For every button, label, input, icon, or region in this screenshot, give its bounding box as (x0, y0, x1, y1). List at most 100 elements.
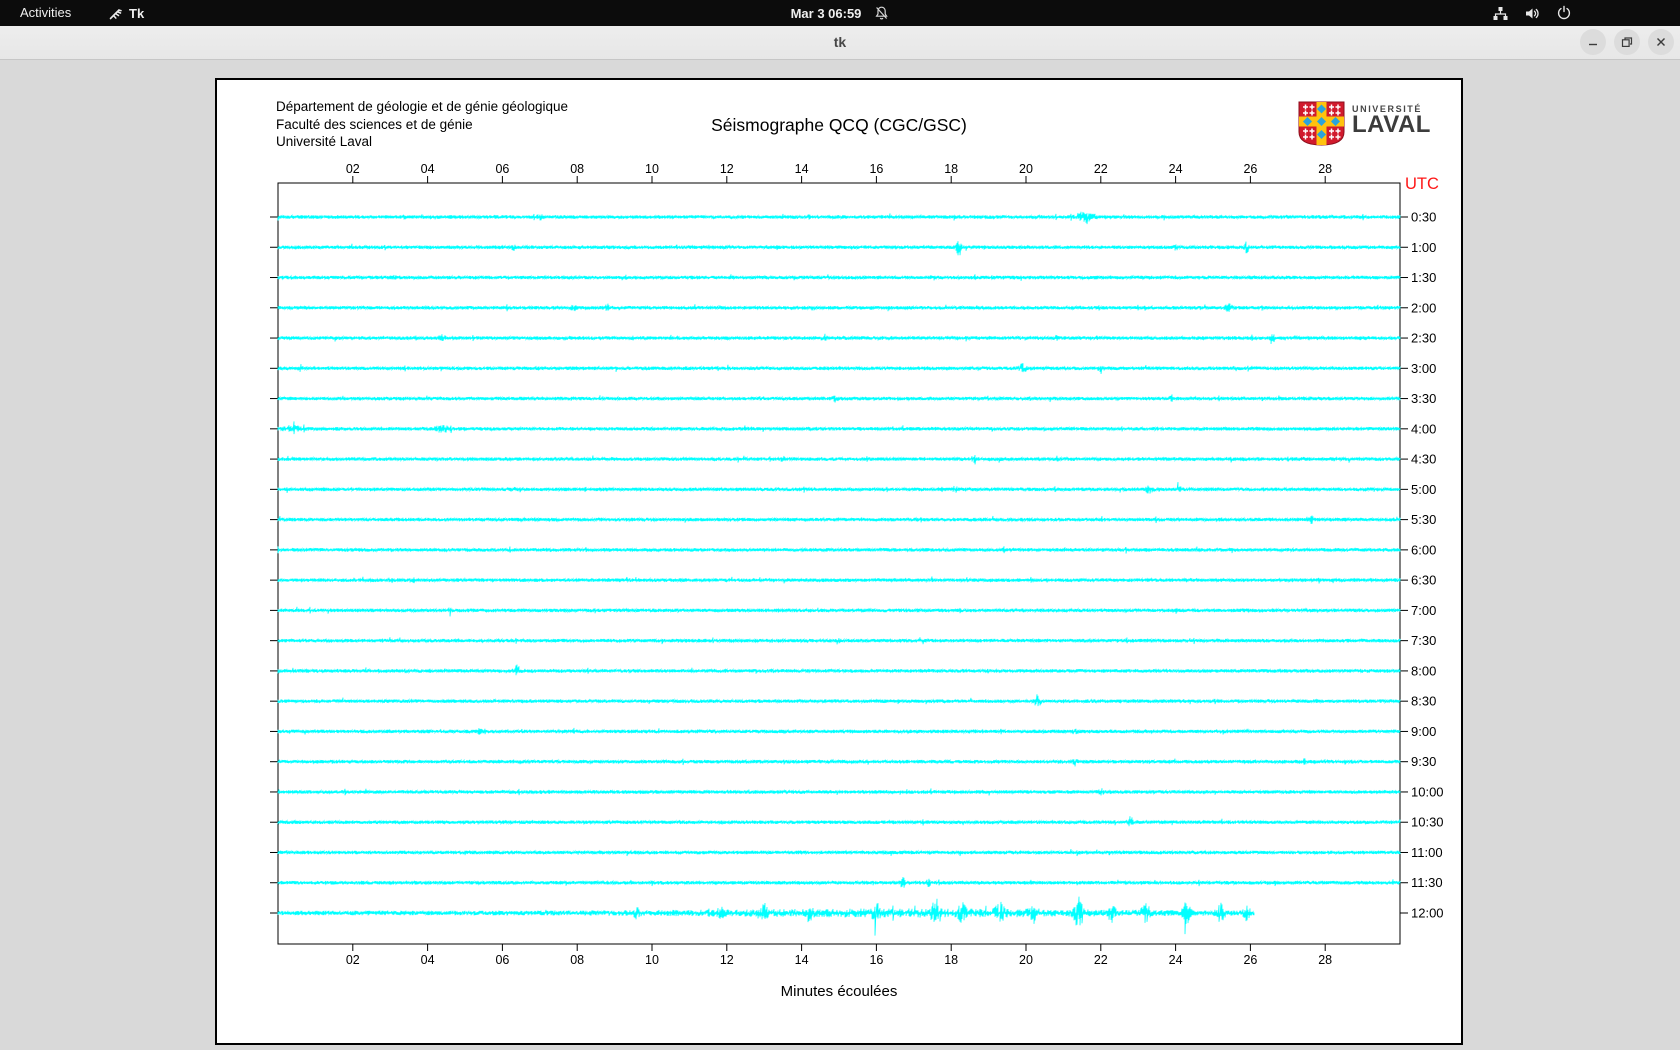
utc-row-label: 12:00 (1411, 906, 1444, 921)
seismogram-trace (277, 816, 1401, 827)
seismogram-trace (277, 694, 1401, 707)
seismogram-trace (277, 637, 1401, 645)
utc-row-label: 9:30 (1411, 754, 1436, 769)
network-wired-icon (1492, 5, 1509, 22)
seismogram-trace (277, 727, 1401, 735)
focused-app-name: Tk (129, 5, 145, 21)
clock-menu[interactable]: Mar 3 06:59 (791, 0, 890, 26)
minimize-icon (1589, 43, 1597, 46)
utc-row-label: 1:00 (1411, 240, 1436, 255)
utc-row-label: 3:00 (1411, 361, 1436, 376)
utc-row-label: 10:00 (1411, 784, 1444, 799)
utc-row-label: 7:00 (1411, 603, 1436, 618)
x-tick-label-bottom: 24 (1169, 953, 1183, 967)
utc-row-label: 4:30 (1411, 452, 1436, 467)
x-tick-label-top: 28 (1318, 162, 1332, 176)
seismogram-trace (277, 333, 1401, 344)
close-button[interactable] (1648, 29, 1674, 55)
minimize-button[interactable] (1580, 29, 1606, 55)
utc-row-label: 6:00 (1411, 542, 1436, 557)
x-tick-label-bottom: 14 (795, 953, 809, 967)
seismogram-trace (277, 877, 1401, 888)
x-tick-label-bottom: 04 (421, 953, 435, 967)
seismogram-trace (277, 576, 1401, 584)
utc-row-label: 11:30 (1411, 875, 1443, 890)
x-tick-label-bottom: 20 (1019, 953, 1033, 967)
seismogram-trace (277, 421, 1401, 435)
system-status-area[interactable] (1492, 0, 1572, 26)
x-tick-label-top: 16 (869, 162, 883, 176)
seismogram-trace (277, 241, 1401, 256)
utc-row-label: 8:30 (1411, 694, 1436, 709)
window-titlebar[interactable]: tk (0, 26, 1680, 60)
seismogram-trace (277, 482, 1401, 494)
x-tick-label-bottom: 18 (944, 953, 958, 967)
volume-icon (1524, 5, 1541, 22)
x-tick-label-top: 04 (421, 162, 435, 176)
helicorder-plot: 02 02 04 04 06 06 08 08 10 10 12 12 14 14 16 16 18 18 20 20… (270, 162, 1444, 967)
seismogram-trace (277, 546, 1401, 554)
x-tick-label-bottom: 28 (1318, 953, 1332, 967)
seismogram-trace (277, 303, 1401, 312)
seismogram-trace (277, 664, 1401, 676)
x-tick-label-top: 24 (1169, 162, 1183, 176)
plot-frame (277, 182, 1401, 945)
tk-app-icon (108, 6, 123, 21)
utc-row-label: 2:30 (1411, 331, 1436, 346)
clock-label: Mar 3 06:59 (790, 5, 862, 21)
utc-row-label: 5:00 (1411, 482, 1436, 497)
x-tick-label-bottom: 16 (869, 953, 883, 967)
utc-row-label: 0:30 (1411, 210, 1436, 225)
seismogram-trace (277, 515, 1401, 524)
restore-icon (1621, 37, 1633, 47)
utc-row-label: 2:00 (1411, 300, 1436, 315)
x-axis-label: Minutes écoulées (780, 983, 898, 1000)
seismogram-trace (277, 758, 1401, 767)
activities-button[interactable]: Activities (12, 0, 79, 26)
utc-row-label: 7:30 (1411, 633, 1436, 648)
x-tick-label-top: 02 (346, 162, 360, 176)
x-tick-label-bottom: 08 (570, 953, 584, 967)
x-tick-label-bottom: 02 (346, 953, 360, 967)
utc-row-label: 4:00 (1411, 421, 1436, 436)
seismogram-trace (277, 211, 1401, 225)
gnome-top-bar: Activities Tk Mar 3 06:59 (0, 0, 1680, 26)
focused-app-menu[interactable]: Tk (108, 0, 144, 26)
x-tick-label-top: 22 (1094, 162, 1108, 176)
x-tick-label-bottom: 06 (495, 953, 509, 967)
x-tick-label-bottom: 12 (720, 953, 734, 967)
window-title: tk (833, 34, 847, 50)
seismogram-trace (277, 849, 1401, 857)
x-tick-label-top: 12 (720, 162, 734, 176)
x-tick-label-top: 06 (495, 162, 509, 176)
x-tick-label-bottom: 26 (1243, 953, 1257, 967)
close-icon (1657, 38, 1665, 46)
x-tick-label-top: 26 (1243, 162, 1257, 176)
utc-row-label: 5:30 (1411, 512, 1436, 527)
seismogram-trace (277, 274, 1401, 281)
x-tick-label-bottom: 10 (645, 953, 659, 967)
seismogram-trace (277, 896, 1255, 936)
seismograph-canvas: Département de géologie et de génie géol… (215, 78, 1463, 1045)
utc-row-label: 8:00 (1411, 663, 1436, 678)
x-tick-label-top: 14 (795, 162, 809, 176)
maximize-button[interactable] (1614, 29, 1640, 55)
x-tick-label-top: 10 (645, 162, 659, 176)
utc-row-label: 1:30 (1411, 270, 1436, 285)
x-tick-label-bottom: 22 (1094, 953, 1108, 967)
x-tick-label-top: 08 (570, 162, 584, 176)
notifications-disabled-icon (873, 5, 889, 21)
seismogram-trace (277, 606, 1401, 617)
seismogram-trace (277, 394, 1401, 403)
utc-row-label: 10:30 (1411, 815, 1444, 830)
seismogram-trace (277, 363, 1401, 374)
seismogram-trace (277, 788, 1401, 796)
utc-row-label: 3:30 (1411, 391, 1436, 406)
x-tick-label-top: 20 (1019, 162, 1033, 176)
tk-window-body: Département de géologie et de génie géol… (0, 60, 1680, 1050)
power-icon (1556, 5, 1572, 21)
x-tick-label-top: 18 (944, 162, 958, 176)
utc-row-label: 11:00 (1411, 845, 1443, 860)
utc-row-label: 6:30 (1411, 573, 1436, 588)
seismogram-trace (277, 454, 1401, 465)
